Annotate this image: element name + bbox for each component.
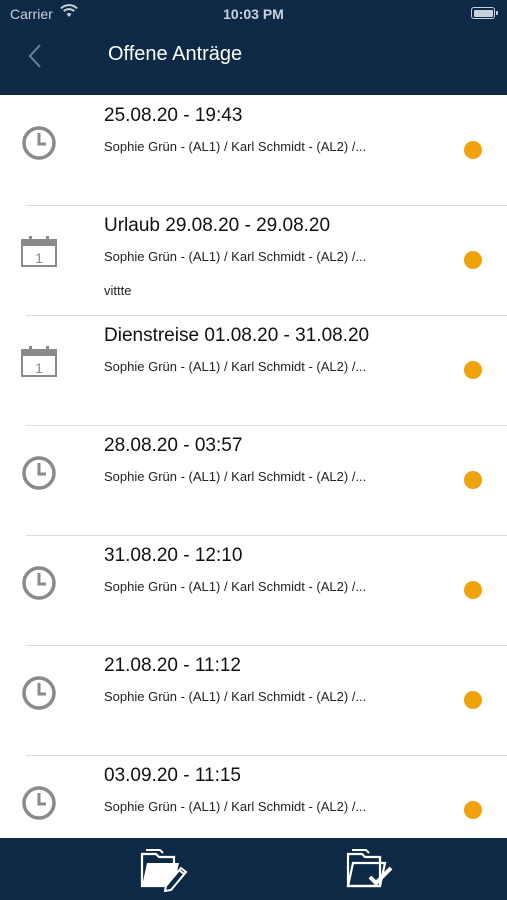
request-row[interactable]: 03.09.20 - 11:15 Sophie Grün - (AL1) / Ka… [0,755,507,838]
clock-icon [20,124,58,162]
request-approvers: Sophie Grün - (AL1) / Karl Schmidt - (AL… [104,799,367,814]
request-list[interactable]: 25.08.20 - 19:43 Sophie Grün - (AL1) / Ka… [0,95,507,838]
row-divider [26,645,507,646]
pending-status-dot [464,141,482,159]
clock-label: 10:03 PM [223,6,284,22]
request-note: vittte [104,283,132,298]
request-title: 25.08.20 - 19:43 [104,105,243,126]
pending-status-dot [464,251,482,269]
request-row[interactable]: 25.08.20 - 19:43 Sophie Grün - (AL1) / Ka… [0,95,507,205]
svg-text:1: 1 [35,360,43,376]
request-approvers: Sophie Grün - (AL1) / Karl Schmidt - (AL… [104,579,367,594]
status-bar: Carrier 10:03 PM [0,0,507,28]
request-approvers: Sophie Grün - (AL1) / Karl Schmidt - (AL… [104,249,367,264]
approved-requests-icon[interactable] [343,846,395,892]
request-row[interactable]: 31.08.20 - 12:10 Sophie Grün - (AL1) / Ka… [0,535,507,645]
row-divider [26,535,507,536]
page-title: Offene Anträge [108,43,243,65]
request-title: Dienstreise 01.08.20 - 31.08.20 [104,325,370,346]
clock-icon [20,784,58,822]
tab-bar [0,838,507,900]
back-chevron-icon[interactable] [22,42,48,70]
pending-status-dot [464,581,482,599]
request-approvers: Sophie Grün - (AL1) / Karl Schmidt - (AL… [104,139,367,154]
row-divider [26,205,507,206]
pending-status-dot [464,471,482,489]
request-row[interactable]: 1 Dienstreise 01.08.20 - 31.08.20 Sophie G… [0,315,507,425]
pending-status-dot [464,361,482,379]
clock-icon [20,454,58,492]
pending-status-dot [464,691,482,709]
request-approvers: Sophie Grün - (AL1) / Karl Schmidt - (AL… [104,689,367,704]
calendar-icon: 1 [20,233,58,271]
battery-icon [471,7,498,19]
pending-status-dot [464,801,482,819]
request-approvers: Sophie Grün - (AL1) / Karl Schmidt - (AL… [104,359,367,374]
request-approvers: Sophie Grün - (AL1) / Karl Schmidt - (AL… [104,469,367,484]
request-row[interactable]: 28.08.20 - 03:57 Sophie Grün - (AL1) / Ka… [0,425,507,535]
calendar-icon: 1 [20,343,58,381]
request-title: 31.08.20 - 12:10 [104,545,243,566]
row-divider [26,425,507,426]
row-divider [26,315,507,316]
request-title: 21.08.20 - 11:12 [104,655,241,676]
request-row[interactable]: 21.08.20 - 11:12 Sophie Grün - (AL1) / Ka… [0,645,507,755]
svg-text:1: 1 [35,250,43,266]
request-row[interactable]: 1 Urlaub 29.08.20 - 29.08.20 Sophie Grün -… [0,205,507,315]
request-title: 03.09.20 - 11:15 [104,765,241,786]
request-title: Urlaub 29.08.20 - 29.08.20 [104,215,331,236]
request-title: 28.08.20 - 03:57 [104,435,243,456]
edit-request-icon[interactable] [137,846,189,892]
row-divider [26,755,507,756]
navigation-bar: Carrier 10:03 PM Offene Anträge [0,0,507,95]
clock-icon [20,564,58,602]
clock-icon [20,674,58,712]
